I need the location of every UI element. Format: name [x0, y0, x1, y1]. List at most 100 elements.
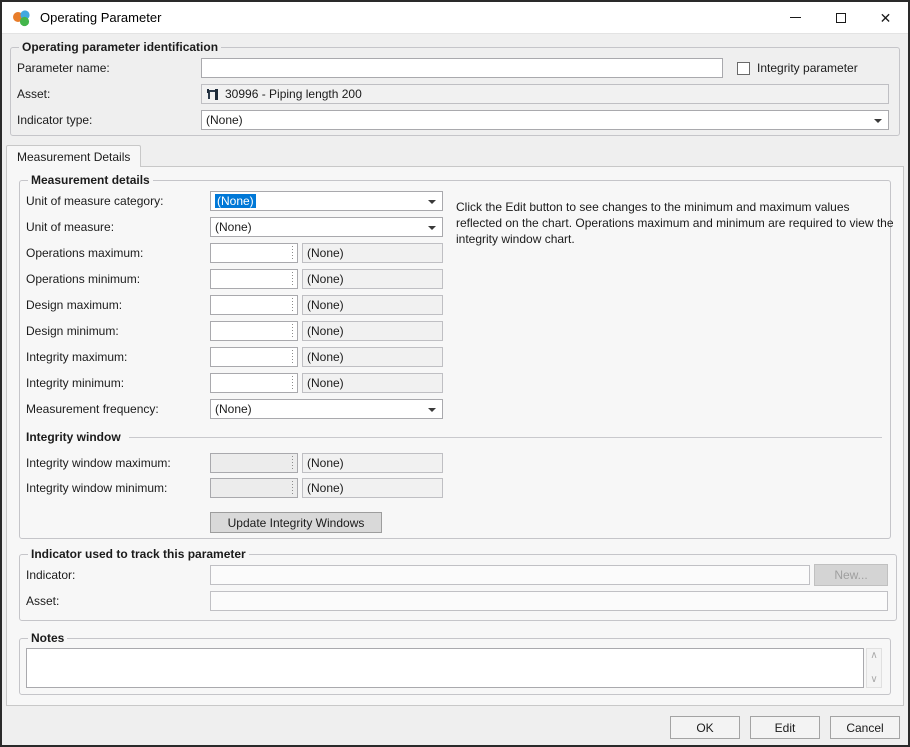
unit-dropdown[interactable]: (None): [210, 217, 443, 237]
integrity-window-legend: Integrity window: [26, 430, 121, 444]
measurement-details-legend: Measurement details: [31, 173, 150, 187]
tab-strip: Measurement Details: [6, 144, 904, 167]
design-maximum-input[interactable]: [210, 295, 298, 315]
spinner-icon[interactable]: [290, 324, 295, 338]
app-icon: [13, 9, 30, 26]
close-icon: ✕: [879, 9, 892, 26]
value-input[interactable]: [211, 348, 290, 366]
indicator-label: Indicator:: [26, 568, 76, 582]
parameter-name-input[interactable]: [201, 58, 723, 78]
value-input[interactable]: [211, 270, 290, 288]
measurement-help-text: Click the Edit button to see changes to …: [456, 200, 894, 247]
indicator-type-label: Indicator type:: [17, 113, 93, 127]
integrity-minimum-unit: (None): [302, 373, 443, 393]
piping-asset-icon: [207, 89, 218, 100]
indicator-type-value: (None): [206, 113, 243, 127]
tab-measurement-details[interactable]: Measurement Details: [6, 145, 142, 167]
integrity-window-minimum-row: Integrity window minimum: (None): [26, 475, 882, 500]
design-minimum-input[interactable]: [210, 321, 298, 341]
unit-value: (None): [215, 220, 252, 234]
dropdown-arrow-icon: [428, 408, 436, 416]
integrity-window-maximum-label: Integrity window maximum:: [26, 455, 171, 470]
title-bar: Operating Parameter ✕: [2, 2, 908, 34]
indicator-asset-row: Asset:: [26, 588, 888, 614]
value-input[interactable]: [211, 244, 290, 262]
spinner-icon[interactable]: [290, 350, 295, 364]
spinner-icon: [290, 455, 295, 470]
operations-maximum-input[interactable]: [210, 243, 298, 263]
identification-legend: Operating parameter identification: [22, 40, 219, 54]
indicator-group-legend: Indicator used to track this parameter: [31, 547, 246, 561]
integrity-maximum-input[interactable]: [210, 347, 298, 367]
design-maximum-label: Design maximum:: [26, 298, 123, 312]
asset-value: 30996 - Piping length 200: [225, 87, 362, 101]
indicator-input: [210, 565, 810, 585]
identification-group: Operating parameter identification Param…: [10, 40, 900, 136]
unit-category-value: (None): [215, 194, 256, 208]
integrity-minimum-label: Integrity minimum:: [26, 376, 125, 390]
integrity-minimum-input[interactable]: [210, 373, 298, 393]
value-input: [211, 453, 290, 472]
spinner-icon[interactable]: [290, 272, 295, 286]
spinner-icon[interactable]: [290, 376, 295, 390]
edit-button[interactable]: Edit: [750, 716, 820, 739]
scroll-down-icon[interactable]: ∨: [870, 675, 877, 685]
footer-button-bar: OK Edit Cancel: [2, 706, 908, 739]
dropdown-arrow-icon: [874, 119, 882, 127]
spinner-icon[interactable]: [290, 246, 295, 260]
minimize-button[interactable]: [773, 2, 818, 34]
integrity-window-maximum-row: Integrity window maximum: (None): [26, 450, 882, 475]
indicator-type-dropdown[interactable]: (None): [201, 110, 889, 130]
spinner-icon: [290, 480, 295, 495]
update-integrity-windows-button[interactable]: Update Integrity Windows: [210, 512, 382, 533]
unit-label: Unit of measure:: [26, 220, 115, 234]
asset-label: Asset:: [17, 87, 51, 101]
measurement-frequency-dropdown[interactable]: (None): [210, 399, 443, 419]
operations-minimum-input[interactable]: [210, 269, 298, 289]
value-input[interactable]: [211, 322, 290, 340]
integrity-window-minimum-label: Integrity window minimum:: [26, 480, 168, 495]
unit-category-label: Unit of measure category:: [26, 194, 164, 208]
design-maximum-unit: (None): [302, 295, 443, 315]
integrity-window-subheader: Integrity window: [26, 424, 882, 450]
maximize-button[interactable]: [818, 2, 863, 34]
scroll-up-icon[interactable]: ∧: [870, 651, 877, 661]
notes-textarea[interactable]: [26, 648, 864, 688]
indicator-type-row: Indicator type: (None): [17, 107, 891, 133]
measurement-frequency-row: Measurement frequency: (None): [26, 396, 882, 422]
design-minimum-label: Design minimum:: [26, 324, 119, 338]
notes-group: Notes ∧ ∨: [19, 631, 891, 695]
cancel-button[interactable]: Cancel: [830, 716, 900, 739]
design-maximum-row: Design maximum: (None): [26, 292, 882, 318]
operations-maximum-label: Operations maximum:: [26, 246, 144, 260]
unit-category-dropdown[interactable]: (None): [210, 191, 443, 211]
design-minimum-row: Design minimum: (None): [26, 318, 882, 344]
notes-scrollbar[interactable]: ∧ ∨: [866, 648, 882, 688]
value-input[interactable]: [211, 296, 290, 314]
integrity-window-minimum-input: [210, 477, 298, 498]
integrity-maximum-label: Integrity maximum:: [26, 350, 128, 364]
measurement-frequency-value: (None): [215, 402, 252, 416]
design-minimum-unit: (None): [302, 321, 443, 341]
minimize-icon: [790, 17, 801, 18]
ok-button[interactable]: OK: [670, 716, 740, 739]
value-input[interactable]: [211, 374, 290, 392]
operations-minimum-row: Operations minimum: (None): [26, 266, 882, 292]
measurement-details-tabpage: Measurement details Click the Edit butto…: [6, 166, 904, 706]
integrity-parameter-label: Integrity parameter: [757, 61, 858, 75]
integrity-parameter-checkbox[interactable]: [737, 61, 750, 75]
maximize-icon: [835, 12, 846, 23]
notes-legend: Notes: [31, 631, 65, 645]
close-button[interactable]: ✕: [863, 2, 908, 34]
integrity-window-maximum-unit: (None): [302, 452, 443, 473]
integrity-maximum-unit: (None): [302, 347, 443, 367]
spinner-icon[interactable]: [290, 298, 295, 312]
integrity-window-minimum-unit: (None): [302, 477, 443, 498]
measurement-details-group: Measurement details Click the Edit butto…: [19, 173, 894, 539]
notes-wrap: ∧ ∨: [26, 648, 882, 688]
operations-maximum-unit: (None): [302, 243, 443, 263]
indicator-group: Indicator used to track this parameter I…: [19, 547, 897, 621]
indicator-row: Indicator: New...: [26, 562, 888, 588]
operations-minimum-label: Operations minimum:: [26, 272, 141, 286]
asset-row: Asset: 30996 - Piping length 200: [17, 81, 891, 107]
